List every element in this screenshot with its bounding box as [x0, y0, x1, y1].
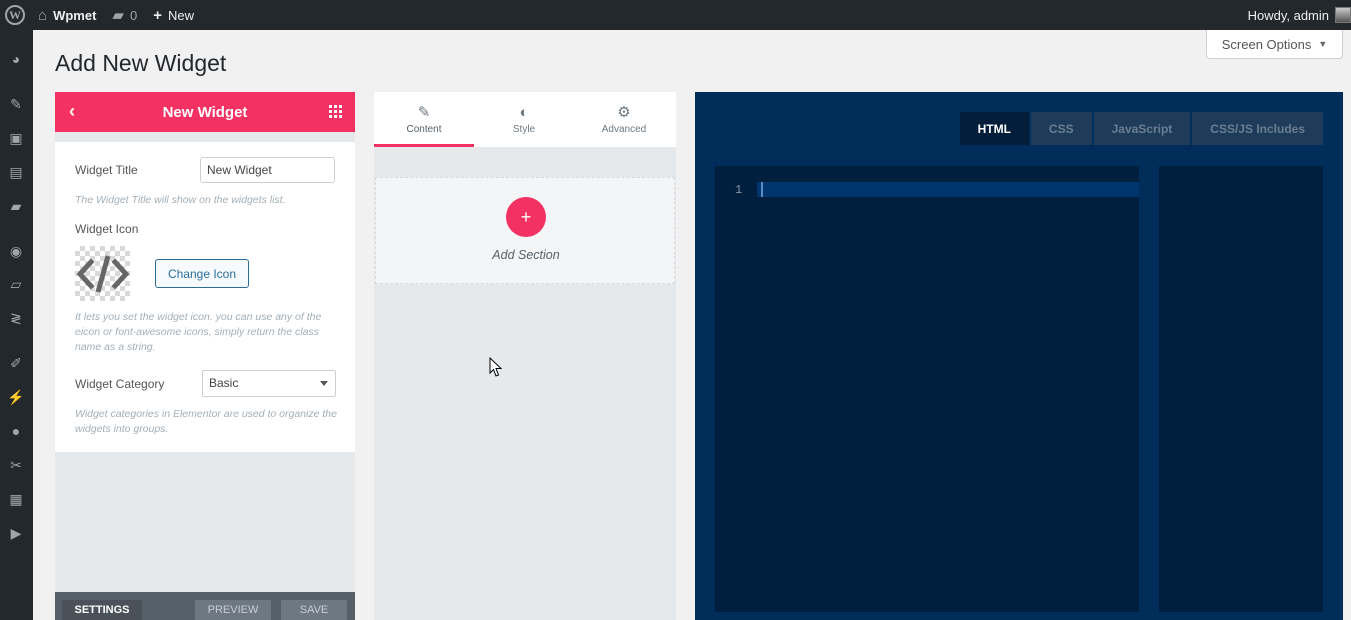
comments-icon[interactable]: ▰ [6, 196, 26, 216]
add-section-area[interactable]: + Add Section [375, 177, 675, 284]
gear-icon: ⚙ [617, 103, 631, 121]
tab-advanced[interactable]: ⚙ Advanced [574, 92, 674, 147]
plugins-icon[interactable]: ⚡ [6, 387, 26, 407]
plus-icon: + [153, 6, 162, 24]
code-tabs: HTML CSS JavaScript CSS/JS Includes [958, 112, 1323, 145]
settings-button[interactable]: SETTINGS [62, 600, 142, 620]
plus-icon: + [520, 206, 532, 227]
admin-bar: W ⌂ Wpmet ▰ 0 + New Howdy, admin [0, 0, 1351, 30]
change-icon-button[interactable]: Change Icon [155, 259, 249, 288]
widget-title-hint: The Widget Title will show on the widget… [75, 194, 286, 206]
settings-icon[interactable]: ▦ [6, 489, 26, 509]
widget-category-value: Basic [209, 376, 239, 390]
tab-javascript[interactable]: JavaScript [1093, 112, 1191, 145]
widget-title-input[interactable] [200, 157, 335, 183]
comment-bubble-icon: ▰ [112, 7, 124, 24]
tab-html[interactable]: HTML [959, 112, 1029, 145]
widget-category-hint: Widget categories in Elementor are used … [75, 408, 337, 435]
widget-icon-label: Widget Icon [75, 222, 139, 236]
active-line-highlight [757, 182, 1139, 197]
tools-icon[interactable]: ✂ [6, 455, 26, 475]
code-editor[interactable]: 1 [715, 166, 1139, 612]
tab-css[interactable]: CSS [1030, 112, 1092, 145]
dashboard-icon[interactable]: ◕ [6, 49, 26, 69]
secondary-editor-pane[interactable] [1159, 166, 1323, 612]
tab-advanced-label: Advanced [601, 123, 647, 135]
add-section-label: Add Section [492, 248, 560, 262]
elementskit-icon[interactable]: ≷ [6, 308, 26, 328]
line-number: 1 [735, 183, 743, 197]
site-name-link[interactable]: ⌂ Wpmet [30, 0, 104, 30]
new-label: New [167, 7, 194, 23]
comments-count: 0 [129, 7, 138, 23]
screen-options-label: Screen Options [1221, 36, 1312, 52]
tab-content[interactable]: ✎ Content [374, 92, 474, 147]
site-name: Wpmet [53, 7, 97, 23]
folder-icon[interactable]: ▱ [6, 274, 26, 294]
text-caret [761, 182, 763, 197]
code-editor-panel: HTML CSS JavaScript CSS/JS Includes 1 [695, 92, 1343, 620]
screen-options-button[interactable]: Screen Options ▼ [1206, 30, 1343, 59]
panel-body: Widget Title The Widget Title will show … [55, 142, 355, 452]
admin-sidebar: ◕ ✎ ▣ ▤ ▰ ◉ ▱ ≷ ✐ ⚡ ● ✂ ▦ ▶ [0, 30, 33, 620]
tab-css-js-includes[interactable]: CSS/JS Includes [1192, 112, 1323, 145]
preview-button[interactable]: PREVIEW [195, 600, 271, 620]
pages-icon[interactable]: ▤ [6, 162, 26, 182]
wordpress-logo-icon[interactable]: W [0, 0, 30, 30]
elementor-icon[interactable]: ◉ [6, 241, 26, 261]
pin-icon[interactable]: ✎ [6, 94, 26, 114]
mouse-cursor-icon [489, 357, 503, 377]
tab-style-label: Style [512, 123, 536, 135]
grid-menu-icon[interactable] [329, 105, 342, 118]
page-title: Add New Widget [55, 50, 227, 76]
comments-link[interactable]: ▰ 0 [104, 0, 145, 30]
add-section-button[interactable]: + [506, 197, 546, 237]
widget-category-select[interactable]: Basic [202, 370, 336, 397]
caret-down-icon [320, 381, 328, 386]
controls-tabs: ✎ Content ◐ Style ⚙ Advanced [374, 92, 676, 147]
new-content-link[interactable]: + New [145, 0, 202, 30]
panel-footer: SETTINGS PREVIEW SAVE [55, 592, 355, 620]
code-icon [75, 246, 130, 301]
half-circle-icon: ◐ [519, 103, 529, 121]
users-icon[interactable]: ● [6, 421, 26, 441]
panel-title: New Widget [162, 103, 248, 121]
save-button[interactable]: SAVE [281, 600, 347, 620]
brush-icon[interactable]: ✐ [6, 353, 26, 373]
tab-content-label: Content [406, 123, 442, 135]
home-icon: ⌂ [38, 6, 48, 24]
widget-icon-hint: It lets you set the widget icon. you can… [75, 311, 322, 353]
my-account[interactable]: Howdy, admin [1248, 0, 1351, 30]
greeting: Howdy, admin [1247, 7, 1329, 23]
panel-header: ‹ New Widget [55, 92, 355, 132]
play-icon[interactable]: ▶ [6, 523, 26, 543]
widget-settings-panel: ‹ New Widget Widget Title The Widget Tit… [55, 92, 355, 620]
caret-down-icon: ▼ [1318, 39, 1328, 49]
widget-category-label: Widget Category [75, 377, 165, 391]
back-arrow-icon[interactable]: ‹ [69, 101, 75, 122]
media-icon[interactable]: ▣ [6, 128, 26, 148]
controls-panel: ✎ Content ◐ Style ⚙ Advanced + Add Secti… [374, 92, 676, 620]
pencil-icon: ✎ [417, 103, 431, 121]
avatar [1335, 7, 1351, 23]
tab-style[interactable]: ◐ Style [474, 92, 574, 147]
widget-title-label: Widget Title [75, 163, 138, 177]
